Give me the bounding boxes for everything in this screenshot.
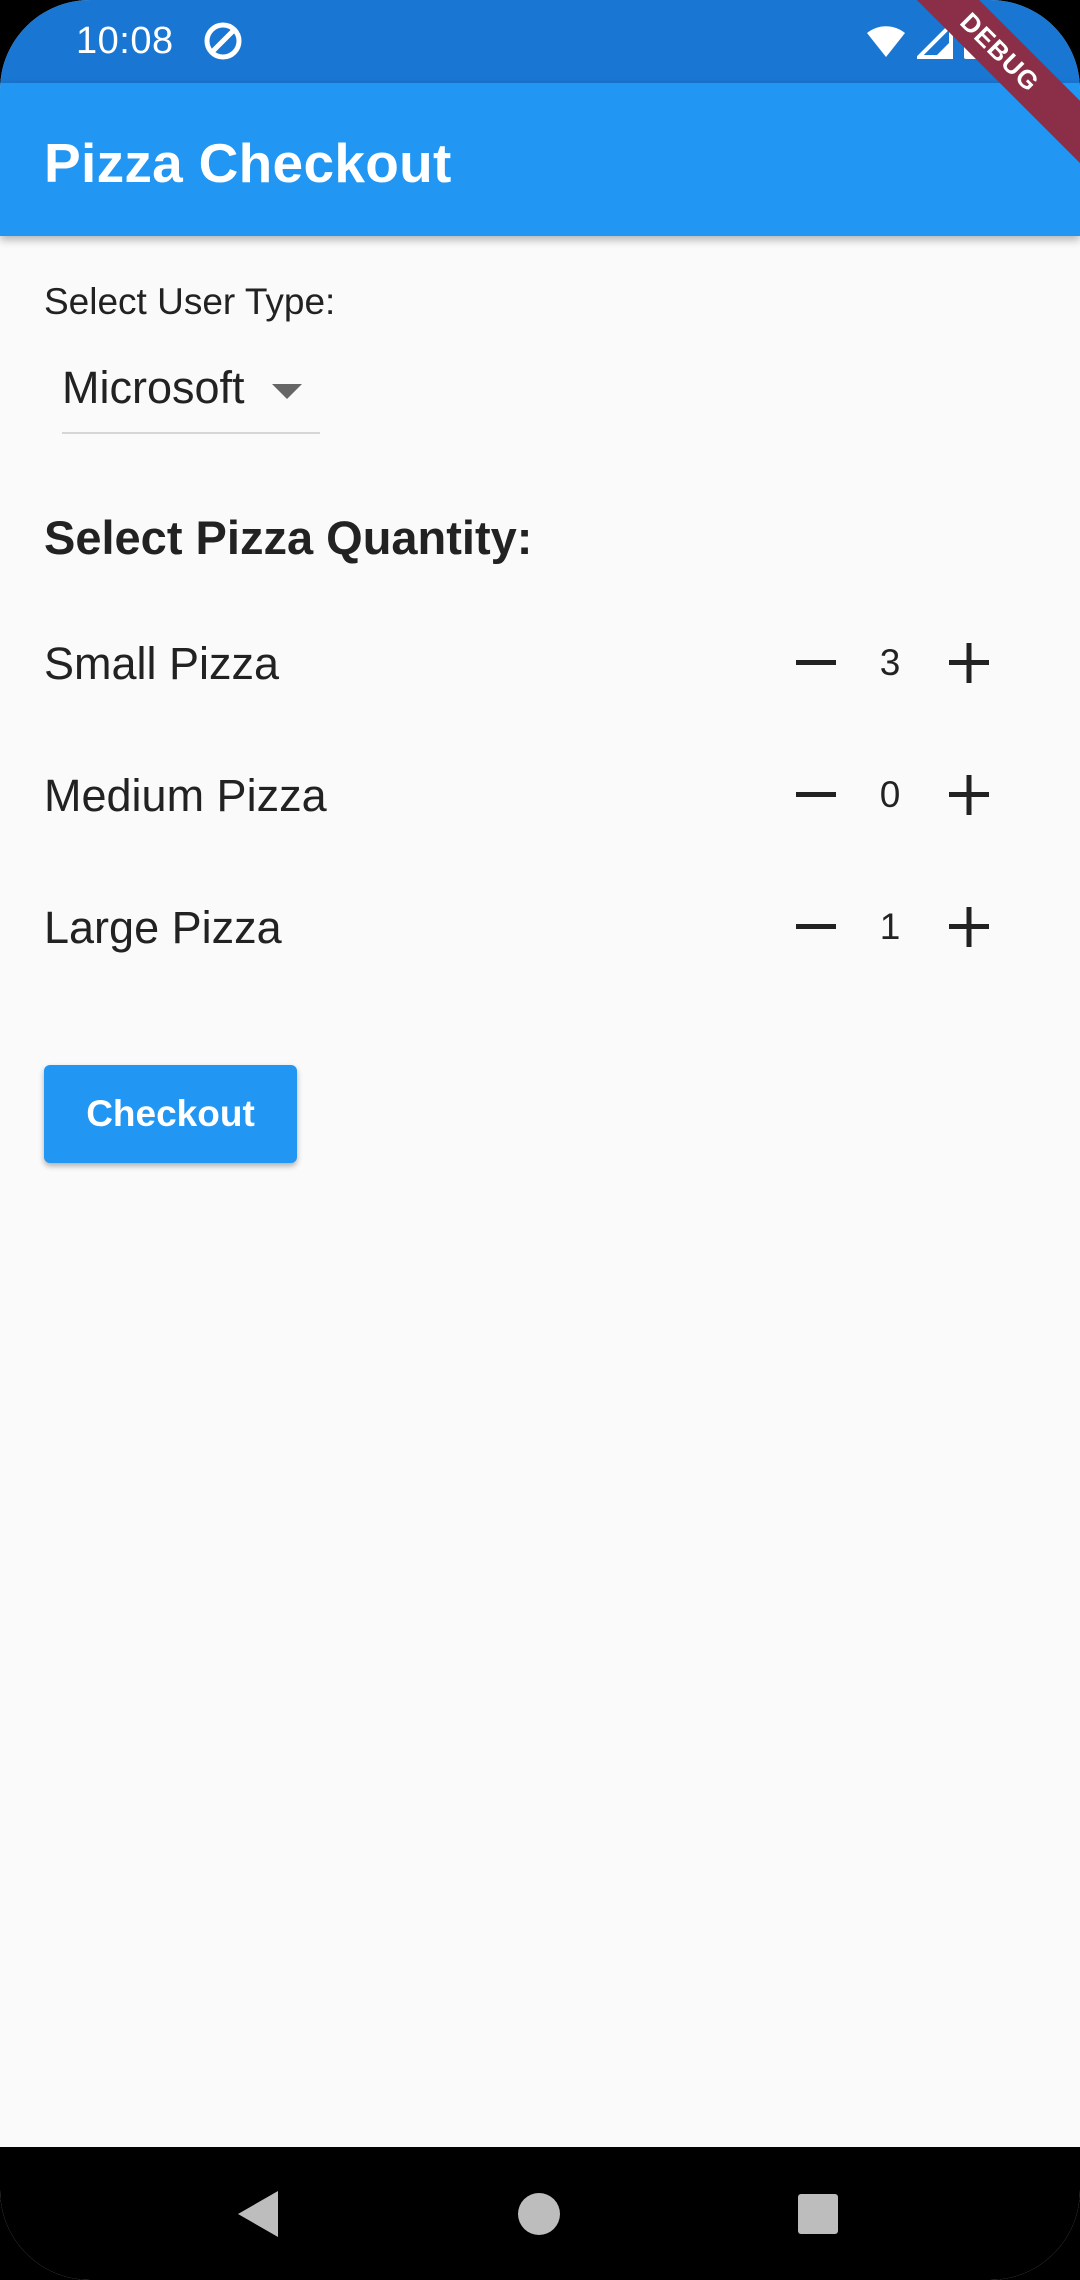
dropdown-arrow-icon bbox=[272, 384, 302, 399]
quantity-value: 3 bbox=[879, 642, 901, 683]
pizza-row-large: Large Pizza 1 bbox=[44, 882, 1044, 972]
phone-screen: 10:08 DEBUG Pizza Checkout Select User T… bbox=[0, 0, 1080, 2280]
increase-medium-button[interactable] bbox=[933, 759, 1005, 831]
plus-icon bbox=[949, 775, 989, 815]
app-bar: Pizza Checkout bbox=[0, 83, 1080, 236]
status-bar: 10:08 bbox=[0, 0, 1080, 83]
minus-icon bbox=[796, 792, 836, 797]
user-type-dropdown[interactable]: Microsoft bbox=[62, 354, 320, 434]
plus-icon bbox=[949, 643, 989, 683]
user-type-selected-value: Microsoft bbox=[62, 362, 245, 413]
pizza-row-medium: Medium Pizza 0 bbox=[44, 750, 1044, 840]
home-icon[interactable] bbox=[504, 2179, 574, 2249]
pizza-label: Small Pizza bbox=[44, 638, 280, 689]
increase-large-button[interactable] bbox=[933, 891, 1005, 963]
page-title: Pizza Checkout bbox=[44, 132, 452, 194]
decrease-large-button[interactable] bbox=[780, 891, 852, 963]
checkout-button[interactable]: Checkout bbox=[44, 1065, 297, 1163]
minus-icon bbox=[796, 660, 836, 665]
quantity-value: 1 bbox=[879, 906, 901, 947]
quantity-value: 0 bbox=[879, 774, 901, 815]
increase-small-button[interactable] bbox=[933, 627, 1005, 699]
minus-icon bbox=[796, 924, 836, 929]
recents-icon[interactable] bbox=[783, 2179, 853, 2249]
pizza-label: Medium Pizza bbox=[44, 770, 327, 821]
plus-icon bbox=[949, 907, 989, 947]
pizza-quantity-heading: Select Pizza Quantity: bbox=[44, 511, 533, 564]
user-type-label: Select User Type: bbox=[44, 281, 336, 322]
back-icon[interactable] bbox=[224, 2179, 294, 2249]
status-time: 10:08 bbox=[76, 20, 174, 62]
pizza-label: Large Pizza bbox=[44, 902, 282, 953]
system-nav-bar bbox=[0, 2147, 1080, 2280]
decrease-small-button[interactable] bbox=[780, 627, 852, 699]
wifi-icon bbox=[867, 26, 905, 57]
decrease-medium-button[interactable] bbox=[780, 759, 852, 831]
app-notification-icon bbox=[204, 22, 242, 60]
pizza-row-small: Small Pizza 3 bbox=[44, 618, 1044, 708]
